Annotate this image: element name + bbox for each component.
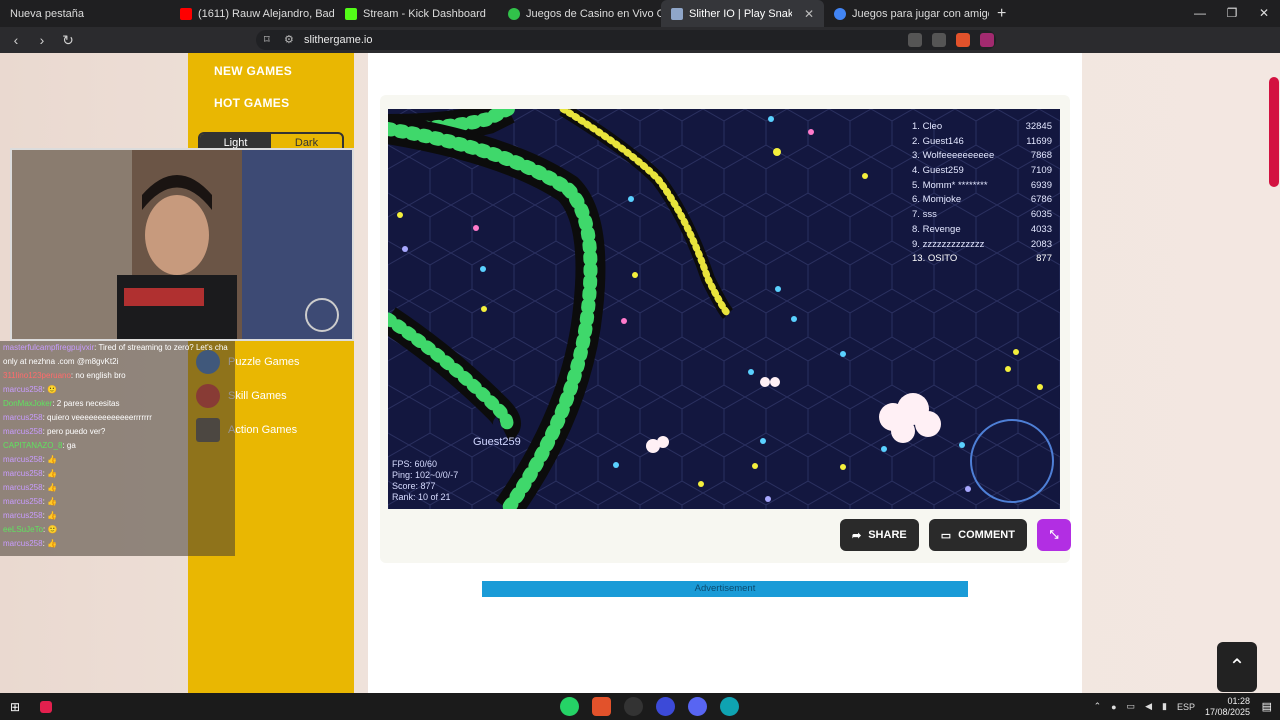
- slither-icon: [671, 7, 683, 20]
- comment-button[interactable]: ▭ COMMENT: [928, 519, 1027, 551]
- address-actions: [908, 33, 994, 47]
- game-canvas[interactable]: 1. Cleo 32845 2. Guest146 11699 3. Wolfeee…: [388, 109, 1060, 509]
- chat-message: masterfulcampfiregpujvxir: Tired of stre…: [3, 343, 228, 352]
- game-stats: FPS: 60/60 Ping: 102~0/0/-7 Score: 877 R…: [392, 459, 459, 502]
- window-controls: — ❐ ✕: [1184, 0, 1280, 27]
- chat-message: marcus258: quiero veeeeeeeeeeeeerrrrrrr: [3, 413, 152, 422]
- windows-taskbar: ⊞ ⌃ ● ▭ ◀ ▮ ESP 01:28 17/08/2025 ▤: [0, 693, 1280, 720]
- windows-start-icon[interactable]: ⊞: [10, 700, 20, 714]
- leaderboard-row: 9. zzzzzzzzzzzzz 2083: [912, 238, 1052, 250]
- minimap: [970, 419, 1054, 503]
- close-window-icon[interactable]: ✕: [1248, 0, 1280, 27]
- forward-icon[interactable]: ›: [32, 32, 52, 48]
- mic-icon[interactable]: ●: [1111, 702, 1116, 712]
- language-indicator[interactable]: ESP: [1177, 702, 1195, 712]
- comment-icon: ▭: [940, 529, 952, 542]
- battery-icon[interactable]: ▮: [1162, 701, 1167, 712]
- chat-message: only at nezhna .com @m8gvKt2i: [3, 357, 119, 366]
- address-bar-row: ‹ › ↻ ⌑ ⚙ slithergame.io ♫ ▌ ▣ ✦ ⛨ ≡: [0, 27, 1280, 74]
- chevron-up-icon: ⌃: [1228, 656, 1246, 678]
- leaderboard-row: 5. Momm* ******** 6939: [912, 179, 1052, 191]
- chat-message: marcus258: 👍: [3, 455, 57, 464]
- share-page-icon[interactable]: [932, 33, 946, 47]
- leaderboard-row: 6. Momjoke 6786: [912, 194, 1052, 206]
- brave-icon[interactable]: [592, 697, 611, 716]
- tab-slither[interactable]: Slither IO | Play Snake Io Game O✕: [661, 0, 824, 27]
- leaderboard-row-own: 13. OSITO 877: [912, 253, 1052, 265]
- player-name-label: Guest259: [473, 436, 521, 448]
- bookmark-icon[interactable]: ⌑: [264, 30, 270, 50]
- tab-new[interactable]: Nueva pestaña: [0, 0, 170, 27]
- casino-icon: [508, 7, 520, 20]
- browser-tab-bar: Nueva pestaña (1611) Rauw Alejandro, Bad…: [0, 0, 1280, 27]
- chat-message: marcus258: 👍: [3, 483, 57, 492]
- clock[interactable]: 01:28 17/08/2025: [1205, 696, 1250, 718]
- chat-message: marcus258: 👍: [3, 511, 57, 520]
- youtube-icon: [180, 7, 192, 20]
- google-icon: [834, 7, 846, 20]
- webcam-feed: [12, 150, 352, 339]
- leaderboard-row: 4. Guest259 7109: [912, 165, 1052, 177]
- new-games-link[interactable]: NEW GAMES: [214, 64, 292, 78]
- tab-google[interactable]: Juegos para jugar con amigos online: [824, 0, 989, 27]
- brave-shield-icon[interactable]: [956, 33, 970, 47]
- new-tab-button[interactable]: +: [997, 5, 1006, 23]
- chat-message: marcus258: 👍: [3, 469, 57, 478]
- brave-rewards-icon[interactable]: [980, 33, 994, 47]
- leaderboard-row: 2. Guest146 11699: [912, 135, 1052, 147]
- chat-message: eeLSuJeTo: 🙂: [3, 525, 58, 534]
- leaderboard-row: 8. Revenge 4033: [912, 223, 1052, 235]
- kick-icon: [345, 7, 357, 20]
- share-icon: ➦: [852, 529, 862, 542]
- leaderboard-row: 3. Wolfeeeeeeeeee 7868: [912, 150, 1052, 162]
- stream-chat: masterfulcampfiregpujvxir: Tired of stre…: [0, 341, 235, 556]
- close-tab-icon[interactable]: ✕: [804, 7, 814, 21]
- chat-message: DonMaxJoker: 2 pares necesitas: [3, 399, 120, 408]
- edge-icon[interactable]: [720, 697, 739, 716]
- network-icon[interactable]: ▭: [1127, 701, 1136, 712]
- chat-message: marcus258: 👍: [3, 539, 57, 548]
- minimize-icon[interactable]: —: [1184, 0, 1216, 27]
- chat-message: 311lino123peruano: no english bro: [3, 371, 126, 380]
- leaderboard-row: 1. Cleo 32845: [912, 121, 1052, 132]
- translate-icon[interactable]: [908, 33, 922, 47]
- tab-casino[interactable]: Juegos de Casino en Vivo Online | Oi: [498, 0, 661, 27]
- game-actions: ➦ SHARE ▭ COMMENT ⤡: [840, 519, 1071, 551]
- taskbar-apps: [560, 697, 739, 716]
- fullscreen-button[interactable]: ⤡: [1036, 519, 1071, 551]
- leaderboard-row: 7. sss 6035: [912, 209, 1052, 221]
- reload-icon[interactable]: ↻: [58, 32, 78, 49]
- chat-message: marcus258: pero puedo ver?: [3, 427, 106, 436]
- main-content: 1. Cleo 32845 2. Guest146 11699 3. Wolfeee…: [368, 53, 1082, 693]
- system-tray: ⌃ ● ▭ ◀ ▮ ESP 01:28 17/08/2025: [1094, 693, 1250, 720]
- tiktok-icon[interactable]: [40, 700, 53, 713]
- share-button[interactable]: ➦ SHARE: [840, 519, 919, 551]
- chat-message: marcus258: 🙂: [3, 385, 57, 394]
- tab-kick[interactable]: Stream - Kick Dashboard: [335, 0, 498, 27]
- webcam-overlay: [10, 148, 354, 341]
- expand-icon: ⤡: [1049, 528, 1059, 541]
- back-to-top-button[interactable]: ⌃: [1217, 642, 1257, 692]
- discord-icon[interactable]: [688, 697, 707, 716]
- obs-icon[interactable]: [624, 697, 643, 716]
- url-field[interactable]: ⌑ ⚙ slithergame.io: [256, 30, 996, 50]
- tab-youtube[interactable]: (1611) Rauw Alejandro, Bad Bunny - I: [170, 0, 335, 27]
- scrollbar-thumb[interactable]: [1269, 77, 1279, 187]
- volume-icon[interactable]: ◀: [1145, 701, 1152, 712]
- chat-message: marcus258: 👍: [3, 497, 57, 506]
- restore-icon[interactable]: ❐: [1216, 0, 1248, 27]
- chat-message: CAPITANAZO_8: ga: [3, 441, 76, 450]
- notifications-icon[interactable]: ▤: [1262, 700, 1272, 713]
- leaderboard: 1. Cleo 32845 2. Guest146 11699 3. Wolfeee…: [912, 121, 1052, 268]
- whatsapp-icon[interactable]: [560, 697, 579, 716]
- tray-chevron-icon[interactable]: ⌃: [1094, 701, 1102, 712]
- advertisement-banner: Advertisement: [482, 581, 968, 597]
- back-icon[interactable]: ‹: [6, 32, 26, 48]
- site-info-icon[interactable]: ⚙: [284, 30, 294, 50]
- hot-games-link[interactable]: HOT GAMES: [214, 96, 289, 110]
- app-icon[interactable]: [656, 697, 675, 716]
